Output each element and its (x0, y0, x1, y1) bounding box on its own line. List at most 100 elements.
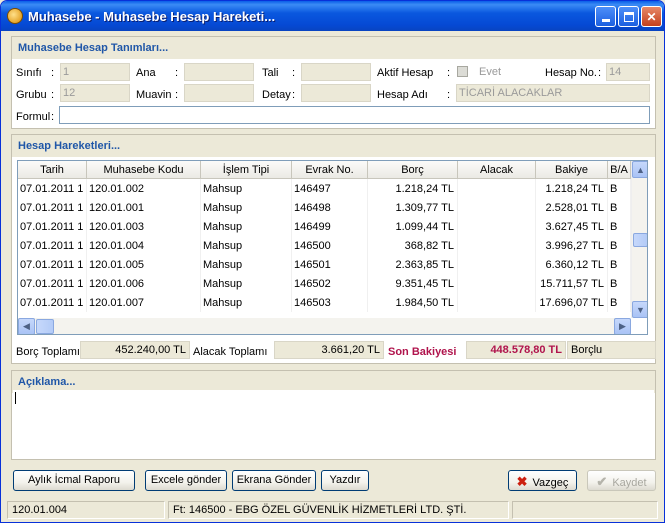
column-header-alacak[interactable]: Alacak (458, 161, 536, 179)
hesap-no-field[interactable]: 14 (606, 63, 650, 81)
window-title: Muhasebe - Muhasebe Hesap Hareketi... (28, 9, 276, 24)
scroll-left-button[interactable]: ◀ (18, 318, 35, 334)
colon: : (175, 89, 179, 101)
cell-islem-tipi: Mahsup (201, 217, 292, 236)
detay-label: Detay (262, 89, 291, 101)
panel-header: Hesap Hareketleri... (12, 135, 655, 157)
cell-b-a: B (608, 236, 631, 255)
cell-muhasebe-kodu: 120.01.003 (87, 217, 201, 236)
cell-evrak-no: 146499 (292, 217, 368, 236)
panel-title: Hesap Hareketleri... (18, 140, 121, 152)
cell-tarih: 07.01.2011 1 (18, 179, 87, 198)
cell-borc: 1.309,77 TL (368, 198, 458, 217)
borc-toplami-value: 452.240,00 TL (80, 341, 190, 359)
balance-state: Borçlu (567, 341, 656, 359)
cell-muhasebe-kodu: 120.01.002 (87, 179, 201, 198)
tali-label: Tali (262, 67, 279, 79)
cell-islem-tipi: Mahsup (201, 293, 292, 312)
vertical-scrollbar[interactable]: ▲ ▼ (631, 161, 647, 318)
scroll-thumb[interactable] (633, 233, 647, 247)
aktif-hesap-label: Aktif Hesap (377, 67, 434, 79)
checkmark-icon: ✔ (596, 474, 608, 489)
cell-muhasebe-kodu: 120.01.001 (87, 198, 201, 217)
muavin-field[interactable] (184, 84, 254, 102)
grubu-label: Grubu (16, 89, 47, 101)
colon: : (175, 67, 179, 79)
son-bakiye-value: 448.578,80 TL (466, 341, 566, 359)
cell-evrak-no: 146501 (292, 255, 368, 274)
colon: : (447, 67, 451, 79)
vazgec-button[interactable]: ✖ Vazgeç (508, 470, 577, 491)
panel-header: Muhasebe Hesap Tanımları... (12, 37, 655, 59)
cell-evrak-no: 146498 (292, 198, 368, 217)
aktif-hesap-checkbox-label: Evet (479, 66, 502, 78)
scroll-down-button[interactable]: ▼ (632, 301, 647, 318)
maximize-icon (623, 11, 634, 22)
column-header-bakiye[interactable]: Bakiye (536, 161, 608, 179)
column-header-islem-tipi[interactable]: İşlem Tipi (201, 161, 292, 179)
column-header-tarih[interactable]: Tarih (18, 161, 87, 179)
hesap-adi-field[interactable]: TİCARİ ALACAKLAR (456, 84, 650, 102)
colon: : (292, 67, 296, 79)
cell-islem-tipi: Mahsup (201, 255, 292, 274)
detay-field[interactable] (301, 84, 371, 102)
cell-tarih: 07.01.2011 1 (18, 198, 87, 217)
title-bar[interactable]: Muhasebe - Muhasebe Hesap Hareketi... ✕ (1, 1, 664, 31)
maximize-button[interactable] (618, 6, 639, 27)
app-icon (7, 8, 23, 24)
table-row[interactable]: 07.01.2011 1 120.01.001 Mahsup 146498 1.309,… (18, 198, 631, 217)
ana-field[interactable] (184, 63, 254, 81)
column-header-muhasebe-kodu[interactable]: Muhasebe Kodu (87, 161, 201, 179)
hesap-adi-label: Hesap Adı (377, 89, 428, 101)
cell-tarih: 07.01.2011 1 (18, 274, 87, 293)
table-row[interactable]: 07.01.2011 1 120.01.007 Mahsup 146503 1.984,… (18, 293, 631, 312)
close-button[interactable]: ✕ (641, 6, 662, 27)
column-header-evrak-no[interactable]: Evrak No. (292, 161, 368, 179)
text-cursor (15, 392, 16, 404)
scroll-thumb[interactable] (36, 319, 54, 334)
grubu-field[interactable]: 12 (60, 84, 130, 102)
kaydet-button[interactable]: ✔ Kaydet (587, 470, 656, 491)
minimize-button[interactable] (595, 6, 616, 27)
table-row[interactable]: 07.01.2011 1 120.01.002 Mahsup 146497 1.218,… (18, 179, 631, 198)
status-account-code: 120.01.004 (7, 501, 165, 519)
yazdir-button[interactable]: Yazdır (321, 470, 369, 491)
formul-field[interactable] (59, 106, 650, 124)
table-row[interactable]: 07.01.2011 1 120.01.004 Mahsup 146500 368,82… (18, 236, 631, 255)
status-extra (512, 501, 658, 519)
table-row[interactable]: 07.01.2011 1 120.01.005 Mahsup 146501 2.363,… (18, 255, 631, 274)
cell-muhasebe-kodu: 120.01.005 (87, 255, 201, 274)
colon: : (292, 89, 296, 101)
table-row[interactable]: 07.01.2011 1 120.01.003 Mahsup 146499 1.099,… (18, 217, 631, 236)
cell-islem-tipi: Mahsup (201, 274, 292, 293)
cell-bakiye: 3.627,45 TL (536, 217, 608, 236)
cell-alacak (458, 198, 536, 217)
cell-b-a: B (608, 179, 631, 198)
scroll-up-button[interactable]: ▲ (632, 161, 647, 178)
alacak-toplami-value: 3.661,20 TL (274, 341, 384, 359)
cell-bakiye: 2.528,01 TL (536, 198, 608, 217)
alacak-toplami-label: Alacak Toplamı (193, 346, 268, 358)
hesap-no-label: Hesap No. (545, 67, 597, 79)
cell-b-a: B (608, 293, 631, 312)
x-icon: ✖ (516, 474, 528, 489)
scroll-right-button[interactable]: ▶ (614, 318, 631, 334)
column-header-borc[interactable]: Borç (368, 161, 458, 179)
son-bakiye-label: Son Bakiyesi (388, 346, 457, 358)
minimize-icon (601, 19, 610, 22)
cell-evrak-no: 146497 (292, 179, 368, 198)
aktif-hesap-checkbox[interactable] (457, 66, 468, 77)
cell-alacak (458, 236, 536, 255)
cell-tarih: 07.01.2011 1 (18, 255, 87, 274)
sinifi-field[interactable]: 1 (60, 63, 130, 81)
ekrana-gonder-button[interactable]: Ekrana Gönder (232, 470, 316, 491)
tali-field[interactable] (301, 63, 371, 81)
excele-gonder-button[interactable]: Excele gönder (145, 470, 227, 491)
table-row[interactable]: 07.01.2011 1 120.01.006 Mahsup 146502 9.351,… (18, 274, 631, 293)
column-header-b-a[interactable]: B/A (608, 161, 631, 179)
horizontal-scrollbar[interactable]: ◀ ▶ (18, 318, 631, 334)
movements-grid[interactable]: Tarih Muhasebe Kodu İşlem Tipi Evrak No. Bor… (17, 160, 648, 335)
close-icon: ✕ (646, 9, 657, 24)
aylik-icmal-raporu-button[interactable]: Aylık İcmal Raporu (13, 470, 135, 491)
description-textarea[interactable] (13, 390, 654, 458)
